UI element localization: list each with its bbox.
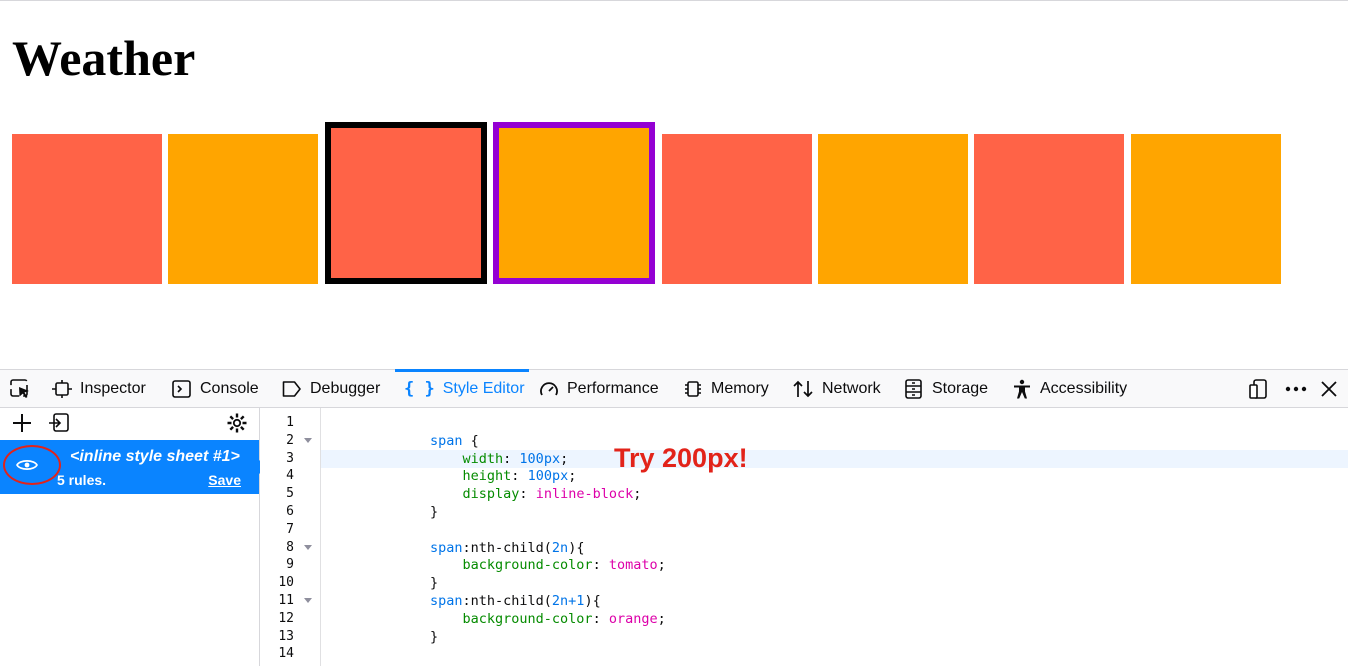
code-editor[interactable]: 1 2 3 4 5 6 7 8 9 10 11 12 13 14 span { width: 100px;… bbox=[260, 408, 1348, 666]
color-box-orange bbox=[168, 134, 318, 284]
tab-label: Style Editor bbox=[442, 379, 525, 397]
code-line: background-color: orange; bbox=[462, 610, 666, 627]
page-title: Weather bbox=[12, 30, 196, 86]
line-number: 10 bbox=[278, 575, 294, 591]
tab-memory[interactable]: Memory bbox=[683, 370, 769, 407]
tab-label: Debugger bbox=[310, 379, 381, 397]
code-line: height: 100px; bbox=[462, 468, 577, 485]
code-line: background-color: tomato; bbox=[462, 557, 666, 574]
code-line: span { bbox=[430, 432, 479, 449]
line-number: 2 bbox=[286, 432, 294, 448]
color-box-orange bbox=[493, 122, 655, 284]
more-options-icon[interactable] bbox=[1284, 370, 1308, 407]
fold-toggle-icon[interactable] bbox=[304, 598, 312, 603]
line-number: 13 bbox=[278, 628, 294, 644]
fold-toggle-icon[interactable] bbox=[304, 437, 312, 443]
debugger-icon bbox=[282, 380, 301, 397]
line-number: 3 bbox=[286, 450, 294, 466]
line-number: 14 bbox=[278, 646, 294, 662]
color-box-orange bbox=[1131, 134, 1281, 284]
braces-icon: { } bbox=[404, 378, 435, 399]
inspector-icon bbox=[52, 379, 72, 398]
line-number: 11 bbox=[278, 593, 294, 608]
devtools-tabbar: Inspector Console Debugger { } Style Edi… bbox=[0, 369, 1348, 408]
color-box-tomato bbox=[12, 134, 162, 284]
add-stylesheet-icon[interactable] bbox=[12, 413, 32, 438]
stylesheet-sidebar: <inline style sheet #1> 5 rules. Save bbox=[0, 408, 267, 666]
top-border bbox=[0, 0, 1348, 1]
line-number: 8 bbox=[286, 539, 294, 555]
tab-style-editor[interactable]: { } Style Editor bbox=[395, 369, 529, 407]
gear-icon[interactable] bbox=[226, 412, 248, 439]
responsive-mode-icon[interactable] bbox=[1249, 370, 1271, 407]
tab-label: Inspector bbox=[80, 379, 146, 397]
tab-inspector[interactable]: Inspector bbox=[52, 370, 146, 407]
tab-console[interactable]: Console bbox=[172, 370, 259, 407]
tab-label: Network bbox=[822, 379, 881, 397]
line-gutter: 1 2 3 4 5 6 7 8 9 10 11 12 13 14 bbox=[260, 408, 321, 666]
devtools-panel: Inspector Console Debugger { } Style Edi… bbox=[0, 369, 1348, 666]
arrows-icon bbox=[793, 380, 813, 397]
tab-network[interactable]: Network bbox=[792, 370, 881, 407]
line-number: 7 bbox=[286, 521, 294, 537]
code-line: span:nth-child(2n){ bbox=[430, 539, 585, 556]
tab-debugger[interactable]: Debugger bbox=[282, 370, 380, 407]
code-line: display: inline-block; bbox=[462, 486, 642, 503]
code-line: } bbox=[430, 628, 439, 645]
tab-performance[interactable]: Performance bbox=[539, 370, 659, 407]
line-number: 1 bbox=[286, 415, 294, 430]
tab-label: Memory bbox=[711, 379, 769, 397]
stylesheet-item[interactable]: <inline style sheet #1> 5 rules. Save bbox=[0, 440, 267, 494]
tab-label: Storage bbox=[932, 379, 989, 397]
fold-toggle-icon[interactable] bbox=[304, 544, 312, 550]
highlight-circle bbox=[3, 445, 61, 485]
line-number: 4 bbox=[286, 468, 294, 484]
line-number: 12 bbox=[278, 610, 294, 626]
accessibility-icon bbox=[1014, 379, 1030, 398]
code-line: } bbox=[430, 575, 439, 592]
line-number: 6 bbox=[286, 504, 294, 519]
tab-label: Accessibility bbox=[1040, 379, 1128, 397]
tab-label: Performance bbox=[567, 379, 659, 397]
color-box-tomato bbox=[974, 134, 1124, 284]
console-icon bbox=[172, 379, 191, 398]
stylesheet-rule-count: 5 rules. bbox=[57, 472, 107, 488]
color-box-tomato bbox=[325, 122, 487, 284]
tab-label: Console bbox=[200, 379, 259, 397]
close-icon[interactable] bbox=[1320, 370, 1338, 407]
code-line: } bbox=[430, 504, 439, 520]
color-box-orange bbox=[818, 134, 968, 284]
annotation-callout: Try 200px! bbox=[614, 443, 748, 473]
chip-icon bbox=[685, 380, 701, 397]
tab-storage[interactable]: Storage bbox=[904, 370, 988, 407]
code-line: width: 100px; bbox=[462, 450, 569, 467]
save-link[interactable]: Save bbox=[208, 472, 241, 488]
stylesheet-name: <inline style sheet #1> bbox=[70, 448, 240, 465]
sidebar-toolbar bbox=[0, 408, 259, 438]
element-picker-icon[interactable] bbox=[10, 379, 32, 404]
color-box-tomato bbox=[662, 134, 812, 284]
tab-accessibility[interactable]: Accessibility bbox=[1012, 370, 1127, 407]
line-number: 9 bbox=[286, 557, 294, 573]
storage-icon bbox=[905, 378, 922, 399]
gauge-icon bbox=[540, 381, 558, 395]
import-stylesheet-icon[interactable] bbox=[48, 413, 70, 438]
line-number: 5 bbox=[286, 486, 294, 502]
code-line: span:nth-child(2n+1){ bbox=[430, 593, 601, 609]
